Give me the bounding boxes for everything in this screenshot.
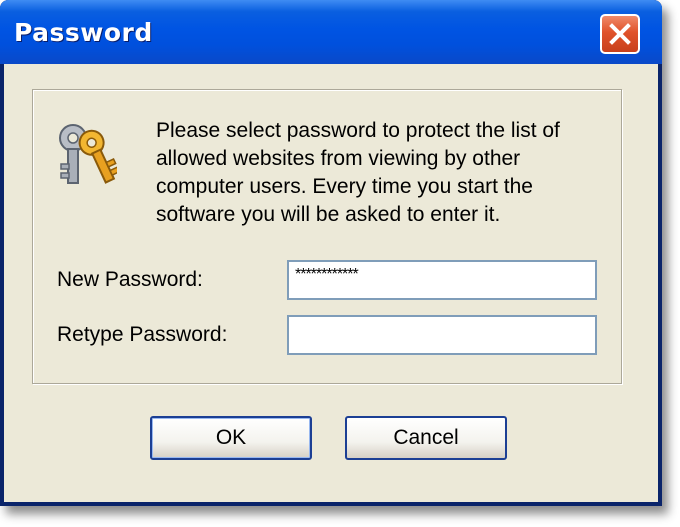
title-bar[interactable]: Password [0,0,662,64]
password-group-box: Please select password to protect the li… [32,89,622,384]
new-password-field[interactable] [287,260,597,300]
keys-icon [59,124,117,184]
window-title: Password [14,18,153,47]
retype-password-field[interactable] [287,315,597,355]
cancel-button[interactable]: Cancel [345,416,507,460]
instruction-text: Please select password to protect the li… [156,119,560,226]
close-button[interactable] [600,14,640,54]
dialog-body: Please select password to protect the li… [4,64,658,502]
close-icon [609,23,631,45]
ok-button[interactable]: OK [150,416,312,460]
password-dialog: Password Please select password to prote… [0,0,662,506]
retype-password-label: Retype Password: [57,323,228,346]
new-password-label: New Password: [57,268,203,291]
